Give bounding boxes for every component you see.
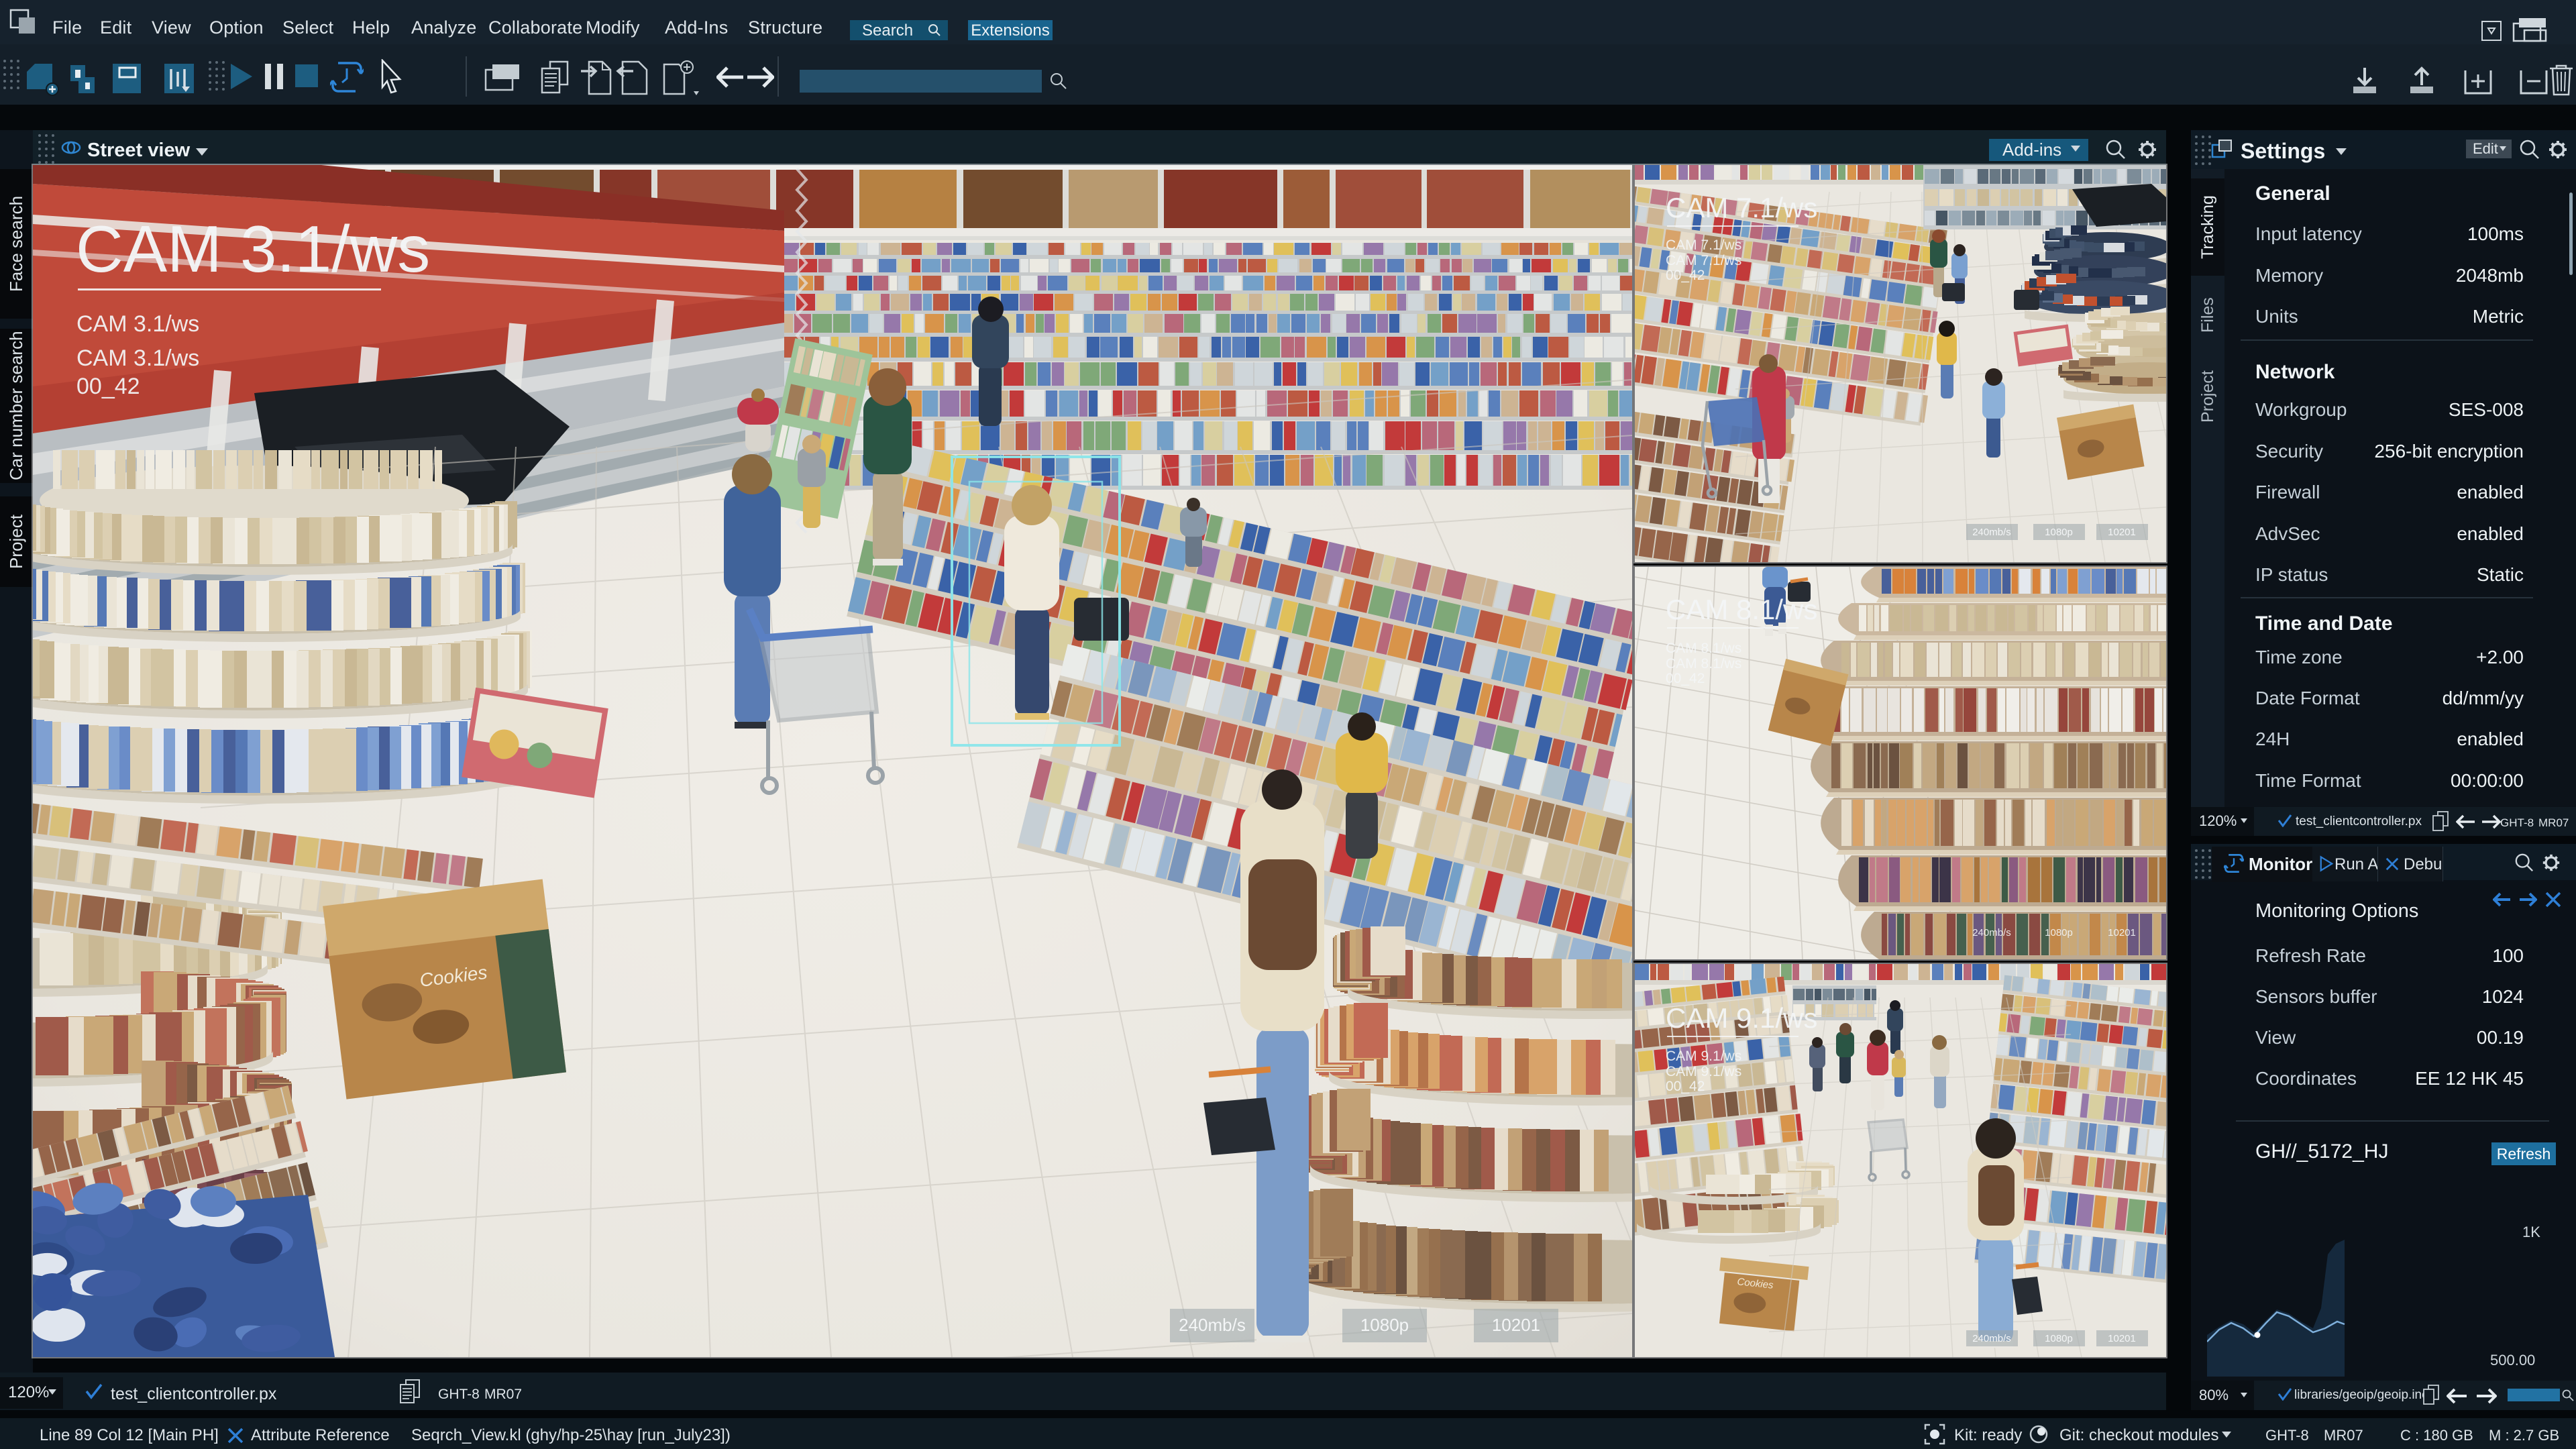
- svg-text:CAM 7.1/ws: CAM 7.1/ws: [1666, 192, 1817, 223]
- svg-text:00_42: 00_42: [1666, 1079, 1705, 1094]
- svg-text:1080p: 1080p: [2045, 927, 2073, 938]
- svg-text:CAM 3.1/ws: CAM 3.1/ws: [76, 212, 430, 286]
- svg-text:1080p: 1080p: [2045, 527, 2073, 538]
- svg-text:10201: 10201: [2108, 927, 2136, 938]
- svg-text:1080p: 1080p: [2045, 1333, 2073, 1344]
- svg-text:CAM 9.1/ws: CAM 9.1/ws: [1666, 1002, 1817, 1034]
- svg-text:10201: 10201: [2108, 1333, 2136, 1344]
- svg-text:00_42: 00_42: [1666, 671, 1705, 686]
- svg-text:00_42: 00_42: [1666, 268, 1705, 283]
- svg-text:CAM 7.1/ws: CAM 7.1/ws: [1666, 253, 1741, 268]
- svg-text:CAM 8.1/ws: CAM 8.1/ws: [1666, 641, 1741, 656]
- svg-text:240mb/s: 240mb/s: [1972, 1333, 2011, 1344]
- svg-text:00_42: 00_42: [76, 374, 140, 399]
- svg-text:CAM 7.1/ws: CAM 7.1/ws: [1666, 237, 1741, 253]
- svg-text:240mb/s: 240mb/s: [1972, 527, 2011, 538]
- svg-text:10201: 10201: [2108, 527, 2136, 538]
- svg-text:CAM 8.1/ws: CAM 8.1/ws: [1666, 594, 1817, 625]
- svg-text:CAM 9.1/ws: CAM 9.1/ws: [1666, 1064, 1741, 1079]
- svg-text:240mb/s: 240mb/s: [1179, 1315, 1246, 1335]
- svg-text:CAM 9.1/ws: CAM 9.1/ws: [1666, 1049, 1741, 1064]
- svg-text:CAM 3.1/ws: CAM 3.1/ws: [76, 311, 199, 337]
- svg-text:1080p: 1080p: [1360, 1315, 1409, 1335]
- svg-text:240mb/s: 240mb/s: [1972, 927, 2011, 938]
- svg-text:CAM 3.1/ws: CAM 3.1/ws: [76, 345, 199, 371]
- svg-text:CAM 8.1/ws: CAM 8.1/ws: [1666, 656, 1741, 672]
- svg-text:10201: 10201: [1492, 1315, 1540, 1335]
